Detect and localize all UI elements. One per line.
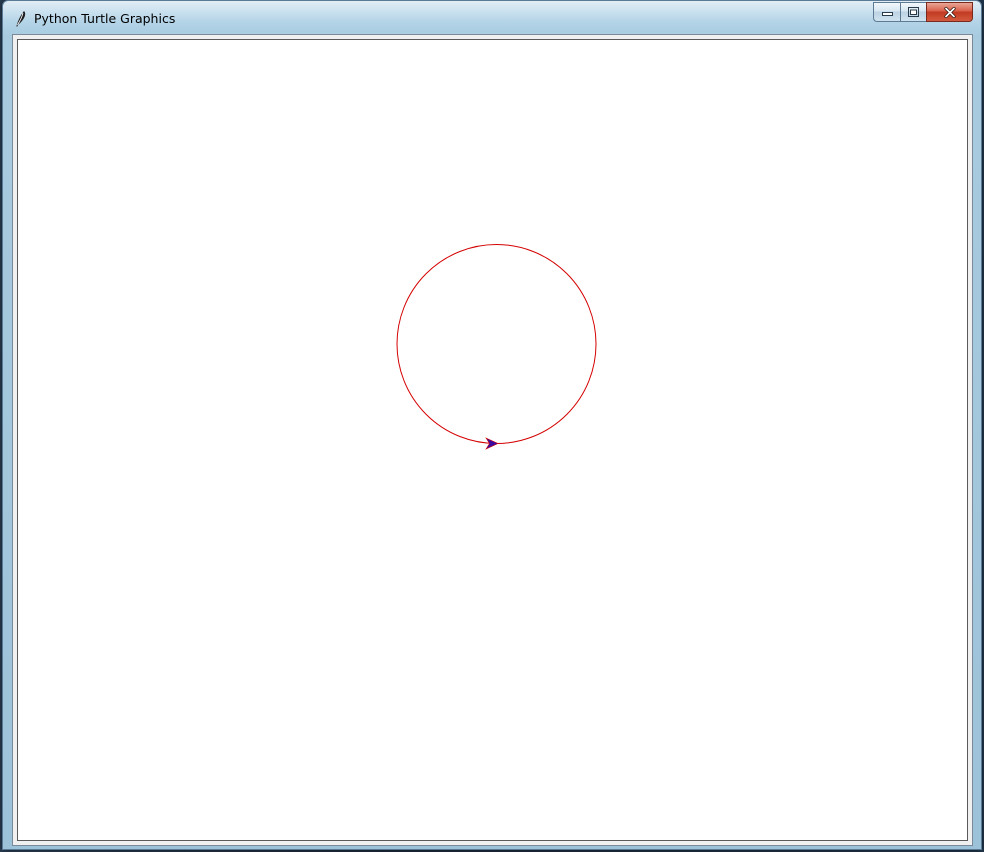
caption-buttons (873, 2, 973, 22)
feather-icon (16, 11, 26, 27)
minimize-button[interactable] (873, 2, 900, 22)
turtle-canvas[interactable] (17, 39, 968, 841)
drawn-circle (396, 244, 597, 444)
maximize-button[interactable] (900, 2, 926, 22)
canvas-frame (12, 34, 973, 846)
title-bar[interactable]: Python Turtle Graphics (3, 1, 981, 35)
close-icon (943, 6, 956, 18)
close-button[interactable] (926, 2, 973, 22)
minimize-icon (881, 12, 893, 16)
drawing-surface (396, 244, 597, 450)
window-title: Python Turtle Graphics (34, 11, 176, 26)
maximize-icon (908, 7, 919, 17)
turtle-window: Python Turtle Graphics (2, 0, 982, 850)
